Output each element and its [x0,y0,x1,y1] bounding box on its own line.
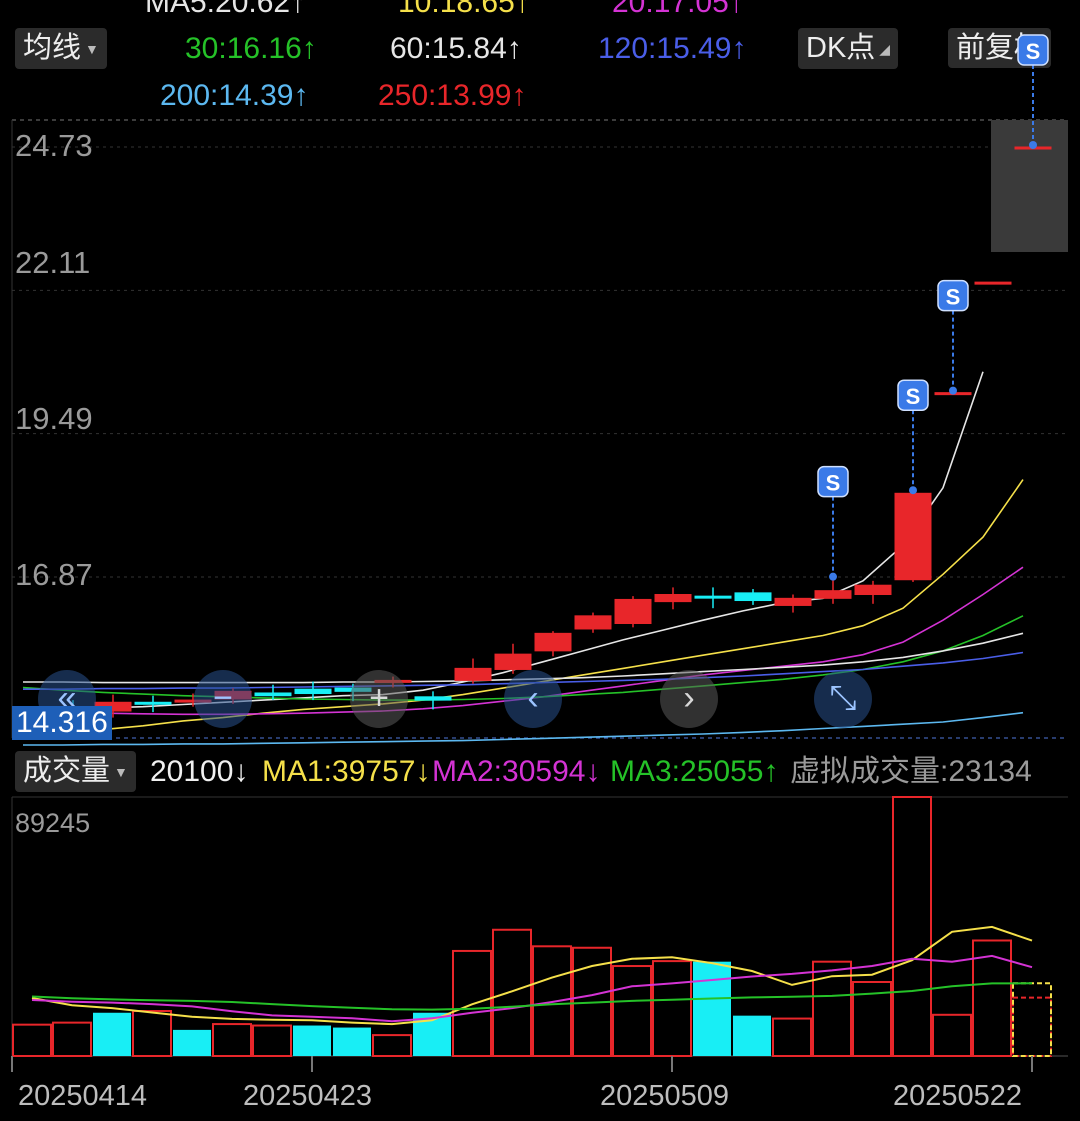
virtual-volume: 虚拟成交量:23134 [790,755,1032,788]
plus-icon[interactable]: + [350,670,408,728]
candle-body [454,667,492,681]
right-icon[interactable]: › [660,670,718,728]
volume-bar [733,1015,771,1056]
candle-body [654,594,692,603]
date-label: 20250423 [243,1080,373,1112]
volume-ma2: MA2:30594↓ [432,755,601,788]
volume-bar [93,1012,131,1056]
volume-bar [372,1034,412,1058]
zoom-out-icon[interactable]: − [194,670,252,728]
volume-bar [173,1029,211,1056]
chevron-down-icon: ▼ [114,764,128,781]
candle-body [974,281,1012,285]
volume-max-label: 89245 [15,808,91,838]
volume-selector-label: 成交量 [23,755,111,787]
price-tick-label: 22.11 [15,245,91,280]
signal-dot [949,386,957,395]
candle-body [134,701,172,705]
candle-body [734,592,772,602]
virtual-volume-bar [1012,982,1052,1057]
sell-signal-label: S [826,471,841,496]
candle-body [854,584,892,596]
volume-bar [892,796,932,1057]
volume-bar [132,1010,172,1058]
volume-ma1: MA1:39757↓ [262,755,431,788]
left-icon[interactable]: ‹ [504,670,562,728]
sell-signal-label: S [946,285,961,310]
candle-body [774,597,812,606]
candle-body [534,632,572,652]
signal-dot [909,486,917,495]
volume-bar [212,1023,252,1058]
candle-body [614,598,652,625]
price-tick-label: 16.87 [15,557,93,592]
volume-bar [693,961,731,1056]
volume-bar [492,928,532,1057]
limit-up-zone [991,120,1068,252]
candle-body [494,653,532,670]
signal-dot [1029,141,1037,149]
volume-bar [1012,996,1052,1057]
candle-body [694,595,732,599]
volume-ma3: MA3:25055↑ [610,755,779,788]
volume-bar [252,1024,292,1058]
candle-body [254,692,292,697]
price-tick-label: 19.49 [15,401,93,436]
volume-bar [932,1013,972,1058]
date-label: 20250509 [600,1080,730,1112]
volume-bar [333,1027,371,1056]
volume-bar [293,1025,331,1056]
price-tick-label: 24.73 [15,128,93,163]
candle-body [574,615,612,630]
signal-dot [829,572,837,581]
volume-bar [612,965,652,1058]
date-label: 20250522 [893,1080,1023,1112]
current-price-label: 14.316 [12,706,112,740]
candle-body [294,688,332,695]
candle-body [814,590,852,599]
volume-selector-button[interactable]: 成交量 ▼ [15,751,136,793]
volume-bar [772,1017,812,1058]
volume-bar [52,1021,92,1058]
candle-body [414,696,452,701]
candle-body [894,492,932,581]
volume-bar [652,960,692,1058]
volume-bar [12,1023,52,1058]
volume-value: 20100↓ [150,755,249,788]
kline-chart[interactable]: S S S S [0,0,1080,1121]
sell-signal-label: S [1026,39,1041,64]
expand-icon[interactable]: ⤡ [814,670,872,728]
sell-signal-label: S [906,384,921,409]
date-label: 20250414 [18,1080,148,1112]
